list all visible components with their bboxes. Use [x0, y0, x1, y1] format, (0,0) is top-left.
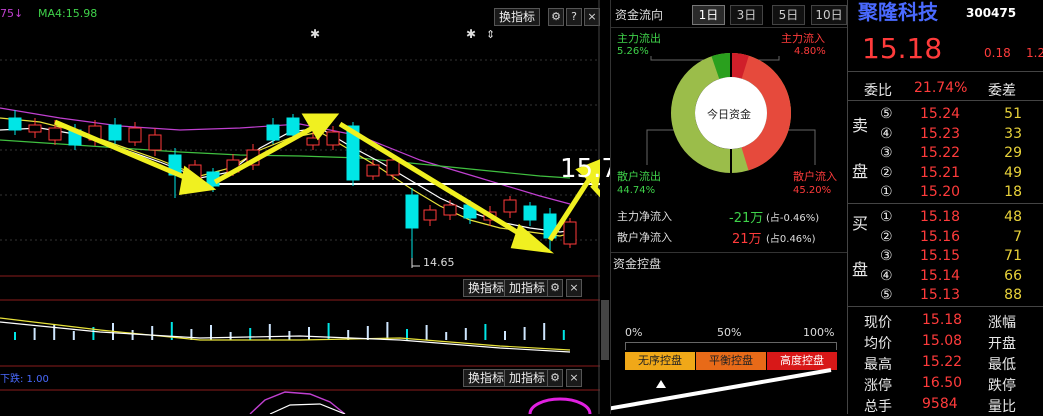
- candle: [286, 117, 300, 136]
- candle: [443, 204, 457, 216]
- indicator-label: 下跌: 1.00: [0, 374, 49, 385]
- control-title: 资金控盘: [613, 257, 662, 271]
- retail-net-value: 21万: [732, 232, 762, 247]
- add-indicator-button-2[interactable]: 加指标: [504, 369, 551, 387]
- candle: [28, 124, 42, 133]
- stock-code: 300475: [966, 6, 1017, 20]
- main-net-label: 主力净流入: [617, 210, 672, 223]
- candle: [423, 209, 437, 221]
- level-pointer-icon: [656, 380, 666, 388]
- bid-row[interactable]: ③ 15.15 71: [848, 248, 1043, 266]
- event-marker-icon: ✱: [310, 27, 320, 41]
- scrollbar-thumb[interactable]: [601, 300, 609, 360]
- quote-stat-row: 涨停 16.50 跌停: [864, 375, 1016, 394]
- candle: [523, 205, 537, 221]
- ask-row[interactable]: ① 15.20 18: [848, 184, 1043, 202]
- candle: [563, 221, 577, 245]
- candle: [148, 134, 162, 151]
- volume-bars: [14, 322, 565, 340]
- scale-50: 50%: [717, 326, 742, 339]
- scale-0: 0%: [625, 326, 643, 339]
- quote-stat-row: 均价 15.08 开盘: [864, 333, 1016, 352]
- low-price-label: 14.65: [423, 256, 455, 269]
- candle: [48, 127, 62, 141]
- candle: [386, 159, 400, 176]
- weibi-row: 委比 21.74% 委差: [864, 80, 1016, 99]
- retail-net-share: (占0.46%): [766, 234, 816, 245]
- stock-price: 15.18: [862, 32, 943, 65]
- close-icon[interactable]: ×: [566, 279, 582, 297]
- kline-canvas[interactable]: ✱ ✱ ⇕: [0, 0, 600, 414]
- add-indicator-button[interactable]: 加指标: [504, 279, 551, 297]
- candle: [8, 117, 22, 131]
- main-net-share: (占-0.46%): [766, 213, 820, 224]
- close-icon[interactable]: ×: [566, 369, 582, 387]
- settings-icon[interactable]: ⚙: [547, 369, 563, 387]
- control-scale-frame: [625, 342, 837, 350]
- quote-stat-row: 最高 15.22 最低: [864, 354, 1016, 373]
- quote-stat-row: 现价 15.18 涨幅: [864, 312, 1016, 331]
- event-marker-icon: ⇕: [486, 28, 495, 41]
- indicator-purple-line: [249, 391, 346, 414]
- stock-change-pct: 1.2: [1026, 46, 1043, 60]
- bid-row[interactable]: ② 15.16 7: [848, 229, 1043, 247]
- kline-chart-panel[interactable]: 75↓ MA4:15.98 换指标 ⚙ ? × ✱ ✱ ⇕ 15.75 14.6…: [0, 0, 634, 414]
- event-marker-icon: ✱: [466, 27, 476, 41]
- level-indicator: [611, 368, 832, 411]
- main-net-value: -21万: [729, 211, 764, 226]
- switch-indicator-button-2[interactable]: 换指标: [463, 279, 510, 297]
- order-book-panel: 聚隆科技 300475 15.18 0.18 1.2 委比 21.74% 委差 …: [847, 0, 1043, 415]
- scale-100: 100%: [803, 326, 835, 339]
- bid-row[interactable]: ⑤ 15.13 88: [848, 287, 1043, 305]
- retail-net-label: 散户净流入: [617, 231, 672, 244]
- bid-row[interactable]: ① 15.18 48: [848, 209, 1043, 227]
- quote-stat-row: 总手 9584 量比: [864, 396, 1016, 415]
- candle: [326, 131, 340, 146]
- stock-name: 聚隆科技: [858, 0, 938, 24]
- ask-row[interactable]: ② 15.21 49: [848, 165, 1043, 183]
- candle: [128, 127, 142, 143]
- candle: [366, 164, 380, 177]
- ask-row[interactable]: ⑤ 15.24 51: [848, 106, 1043, 124]
- money-flow-panel: 资金流向 1日 3日 5日 10日 主力流出 5.26% 主力流入 4.80% …: [610, 0, 848, 414]
- donut-center-label: 今日资金: [707, 108, 751, 121]
- ask-row[interactable]: ③ 15.22 29: [848, 145, 1043, 163]
- highlight-circle: [528, 397, 592, 414]
- stock-change: 0.18: [984, 46, 1011, 60]
- settings-icon[interactable]: ⚙: [547, 279, 563, 297]
- candle: [108, 124, 122, 141]
- candle: [405, 194, 419, 229]
- candle: [266, 124, 280, 141]
- annotation-arrow: [611, 368, 832, 411]
- bid-row[interactable]: ④ 15.14 66: [848, 268, 1043, 286]
- switch-indicator-button-3[interactable]: 换指标: [463, 369, 510, 387]
- ask-row[interactable]: ④ 15.23 33: [848, 126, 1043, 144]
- candle: [503, 199, 517, 213]
